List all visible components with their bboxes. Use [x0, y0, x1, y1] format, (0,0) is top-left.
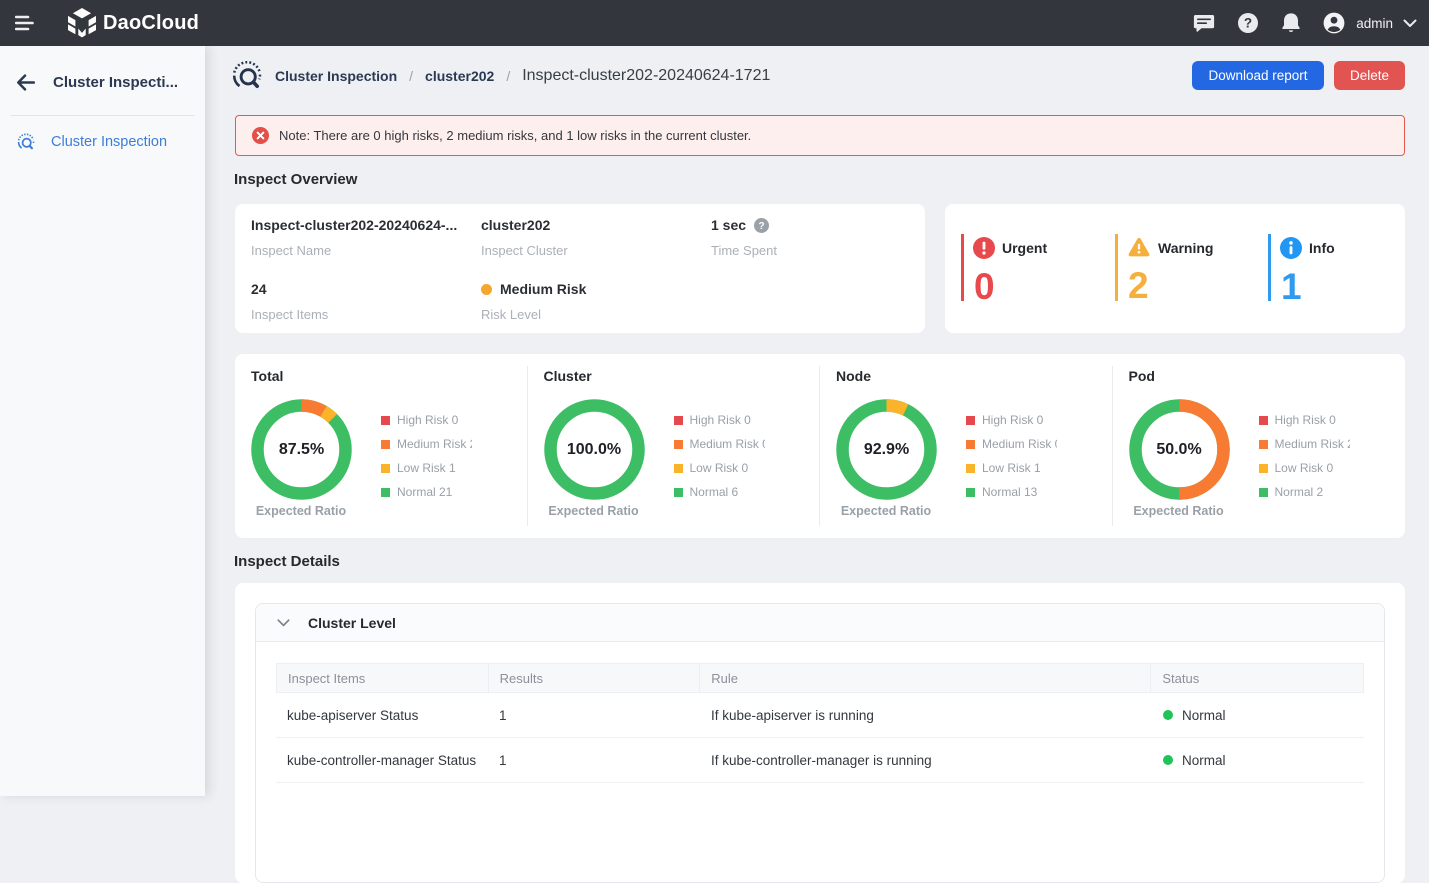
svg-text:?: ? — [758, 221, 764, 232]
svg-text:?: ? — [1244, 16, 1252, 31]
